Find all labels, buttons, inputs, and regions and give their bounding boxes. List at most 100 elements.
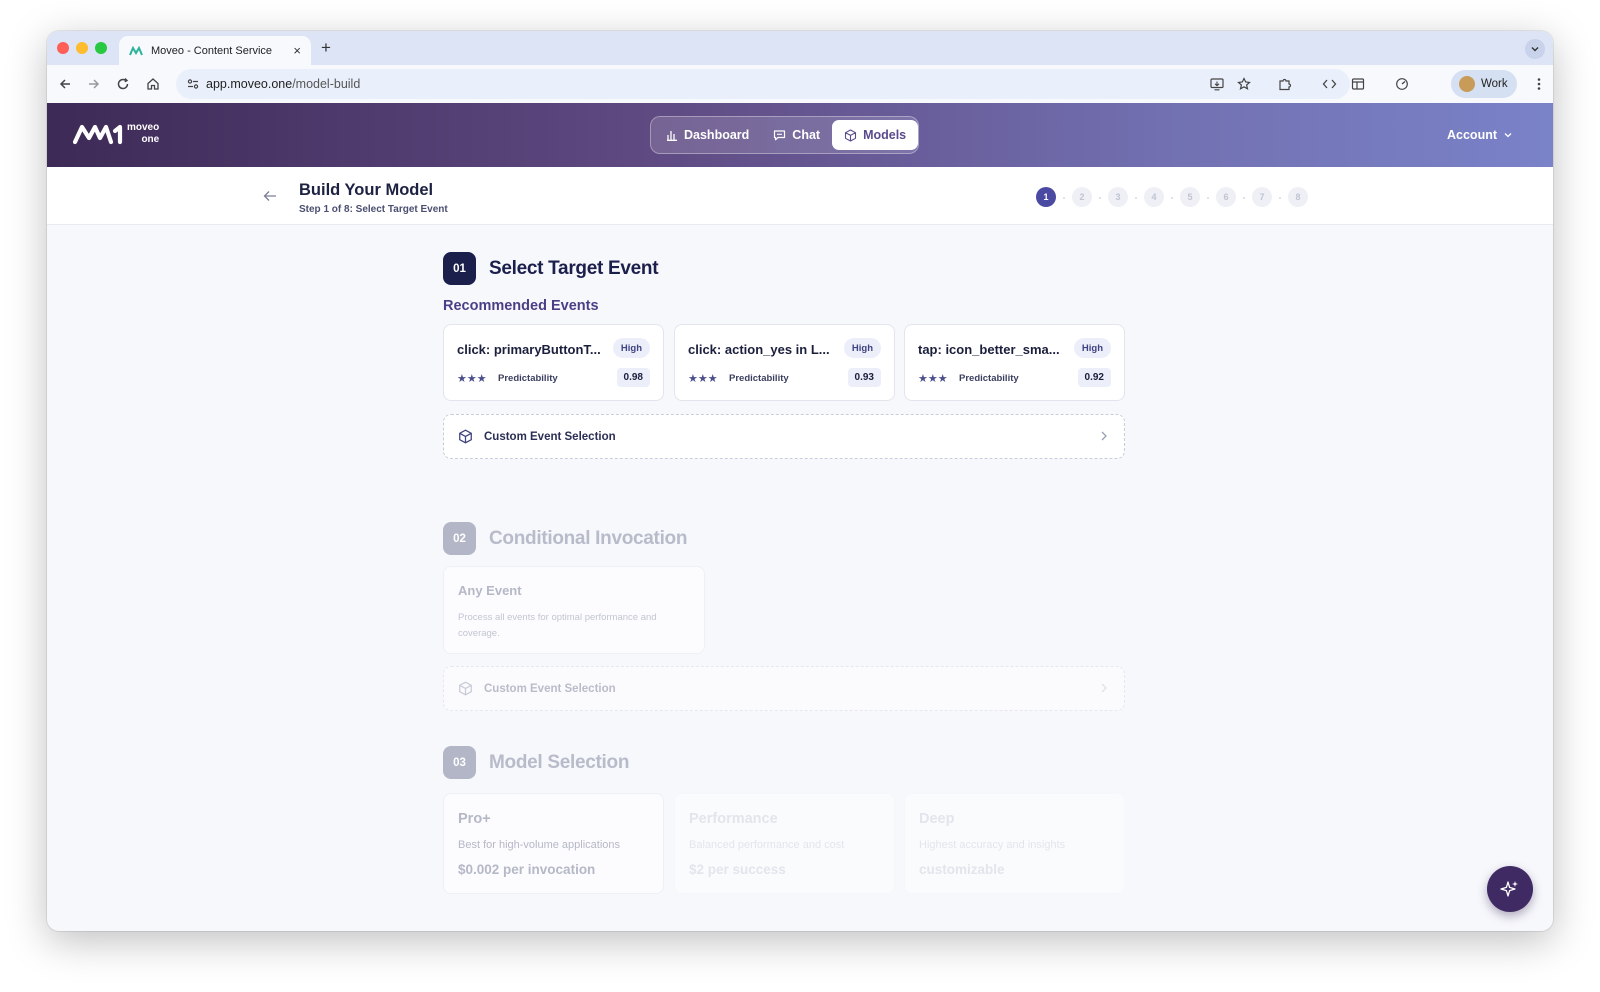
step-dot-2: 2 (1072, 187, 1092, 207)
star-rating-icon: ★★★ (918, 373, 948, 385)
event-card[interactable]: tap: icon_better_sma... High ★★★ Predict… (904, 324, 1125, 401)
model-price: customizable (919, 862, 1005, 877)
event-card[interactable]: click: primaryButtonT... High ★★★ Predic… (443, 324, 664, 401)
priority-badge: High (612, 338, 650, 358)
model-name: Pro+ (458, 811, 491, 827)
nav-chat-label: Chat (792, 128, 821, 142)
model-card-pro: Pro+ Best for high-volume applications $… (443, 793, 664, 894)
section-number: 02 (443, 522, 476, 555)
forward-button[interactable] (84, 74, 104, 94)
model-card-performance: Performance Balanced performance and cos… (674, 793, 895, 894)
extensions-puzzle-icon[interactable] (1275, 74, 1295, 94)
home-icon (147, 78, 159, 90)
star-rating-icon: ★★★ (688, 373, 718, 385)
home-button[interactable] (143, 74, 163, 94)
nav-models[interactable]: Models (832, 120, 919, 150)
address-bar[interactable]: app.moveo.one/model-build (176, 69, 1350, 99)
tab-close-icon[interactable]: × (293, 43, 301, 58)
avatar (1459, 76, 1475, 92)
event-card[interactable]: click: action_yes in L... High ★★★ Predi… (674, 324, 895, 401)
cube-icon (459, 429, 472, 444)
chevron-down-icon (1531, 47, 1539, 52)
reload-icon (117, 78, 129, 90)
profile-button[interactable]: Work (1451, 70, 1517, 98)
bookmark-star-icon[interactable] (1234, 74, 1254, 94)
browser-tab[interactable]: Moveo - Content Service × (119, 36, 311, 65)
priority-badge: High (843, 338, 881, 358)
side-panel-icon[interactable] (1348, 74, 1368, 94)
moveo-favicon-icon (129, 45, 143, 56)
predictability-score: 0.93 (847, 368, 881, 387)
predictability-score: 0.92 (1077, 368, 1111, 387)
step-dot-1[interactable]: 1 (1036, 187, 1056, 207)
section-number: 03 (443, 746, 476, 779)
tab-strip: Moveo - Content Service × + (47, 31, 1553, 65)
custom-event-label: Custom Event Selection (484, 682, 616, 695)
page-subtitle: Step 1 of 8: Select Target Event (299, 204, 448, 215)
main-nav: Dashboard Chat Models (650, 116, 919, 154)
section-title: Conditional Invocation (489, 527, 688, 549)
event-name: click: action_yes in L... (688, 342, 830, 357)
chevron-right-icon (1101, 431, 1107, 441)
back-arrow-icon[interactable] (263, 189, 277, 207)
any-event-description: Process all events for optimal performan… (458, 612, 657, 639)
nav-dashboard-label: Dashboard (684, 128, 750, 142)
custom-event-selection-button[interactable]: Custom Event Selection (443, 414, 1125, 459)
model-description: Balanced performance and cost (689, 839, 845, 851)
section-number: 01 (443, 252, 476, 285)
account-label: Account (1447, 128, 1497, 142)
minimize-window-button[interactable] (76, 42, 88, 54)
moveo-logo[interactable]: moveo one (73, 122, 159, 146)
ai-assistant-button[interactable] (1487, 866, 1533, 912)
site-settings-icon[interactable] (186, 77, 200, 91)
priority-badge: High (1073, 338, 1111, 358)
step-dot-5: 5 (1180, 187, 1200, 207)
any-event-title: Any Event (458, 583, 522, 598)
arrow-left-icon (59, 79, 70, 89)
logo-text-line1: moveo (127, 122, 160, 133)
step-indicator: 1 2 3 4 5 6 7 8 (1036, 187, 1308, 207)
model-price: $2 per success (689, 862, 786, 877)
browser-menu-icon[interactable] (1533, 74, 1545, 94)
model-card-deep: Deep Highest accuracy and insights custo… (904, 793, 1125, 894)
logo-text-line2: one (141, 134, 160, 145)
back-button[interactable] (55, 74, 75, 94)
performance-gauge-icon[interactable] (1392, 74, 1412, 94)
browser-toolbar: app.moveo.one/model-build Work (47, 65, 1553, 103)
devtools-code-icon[interactable] (1319, 74, 1339, 94)
metric-label: Predictability (498, 373, 558, 384)
step-dot-4: 4 (1144, 187, 1164, 207)
step-header: Build Your Model Step 1 of 8: Select Tar… (47, 167, 1553, 225)
event-name: tap: icon_better_sma... (918, 342, 1060, 357)
tab-search-button[interactable] (1525, 39, 1545, 59)
arrow-right-icon (89, 79, 100, 89)
predictability-score: 0.98 (616, 368, 650, 387)
conditional-custom-event-button: Custom Event Selection (443, 666, 1125, 711)
account-menu[interactable]: Account (1447, 128, 1513, 142)
step-dot-7: 7 (1252, 187, 1272, 207)
close-window-button[interactable] (57, 42, 69, 54)
step-dot-6: 6 (1216, 187, 1236, 207)
metric-label: Predictability (959, 373, 1019, 384)
moveo-logo-icon (73, 124, 123, 145)
chat-bubble-icon (774, 130, 786, 141)
install-app-icon[interactable] (1207, 74, 1227, 94)
model-description: Best for high-volume applications (458, 839, 621, 851)
step-dot-8: 8 (1288, 187, 1308, 207)
new-tab-button[interactable]: + (321, 38, 331, 58)
any-event-card: Any Event Process all events for optimal… (443, 566, 705, 654)
recommended-events-heading: Recommended Events (443, 298, 599, 314)
url-path: /model-build (292, 77, 361, 91)
custom-event-label: Custom Event Selection (484, 430, 616, 443)
star-rating-icon: ★★★ (457, 373, 487, 385)
reload-button[interactable] (113, 74, 133, 94)
step-dot-3: 3 (1108, 187, 1128, 207)
sparkles-icon (1500, 881, 1518, 897)
maximize-window-button[interactable] (95, 42, 107, 54)
nav-dashboard[interactable]: Dashboard (654, 120, 761, 150)
cube-icon (845, 128, 857, 142)
page-title: Build Your Model (299, 181, 434, 199)
nav-models-label: Models (863, 128, 907, 142)
chevron-right-icon (1101, 683, 1107, 693)
nav-chat[interactable]: Chat (761, 120, 832, 150)
